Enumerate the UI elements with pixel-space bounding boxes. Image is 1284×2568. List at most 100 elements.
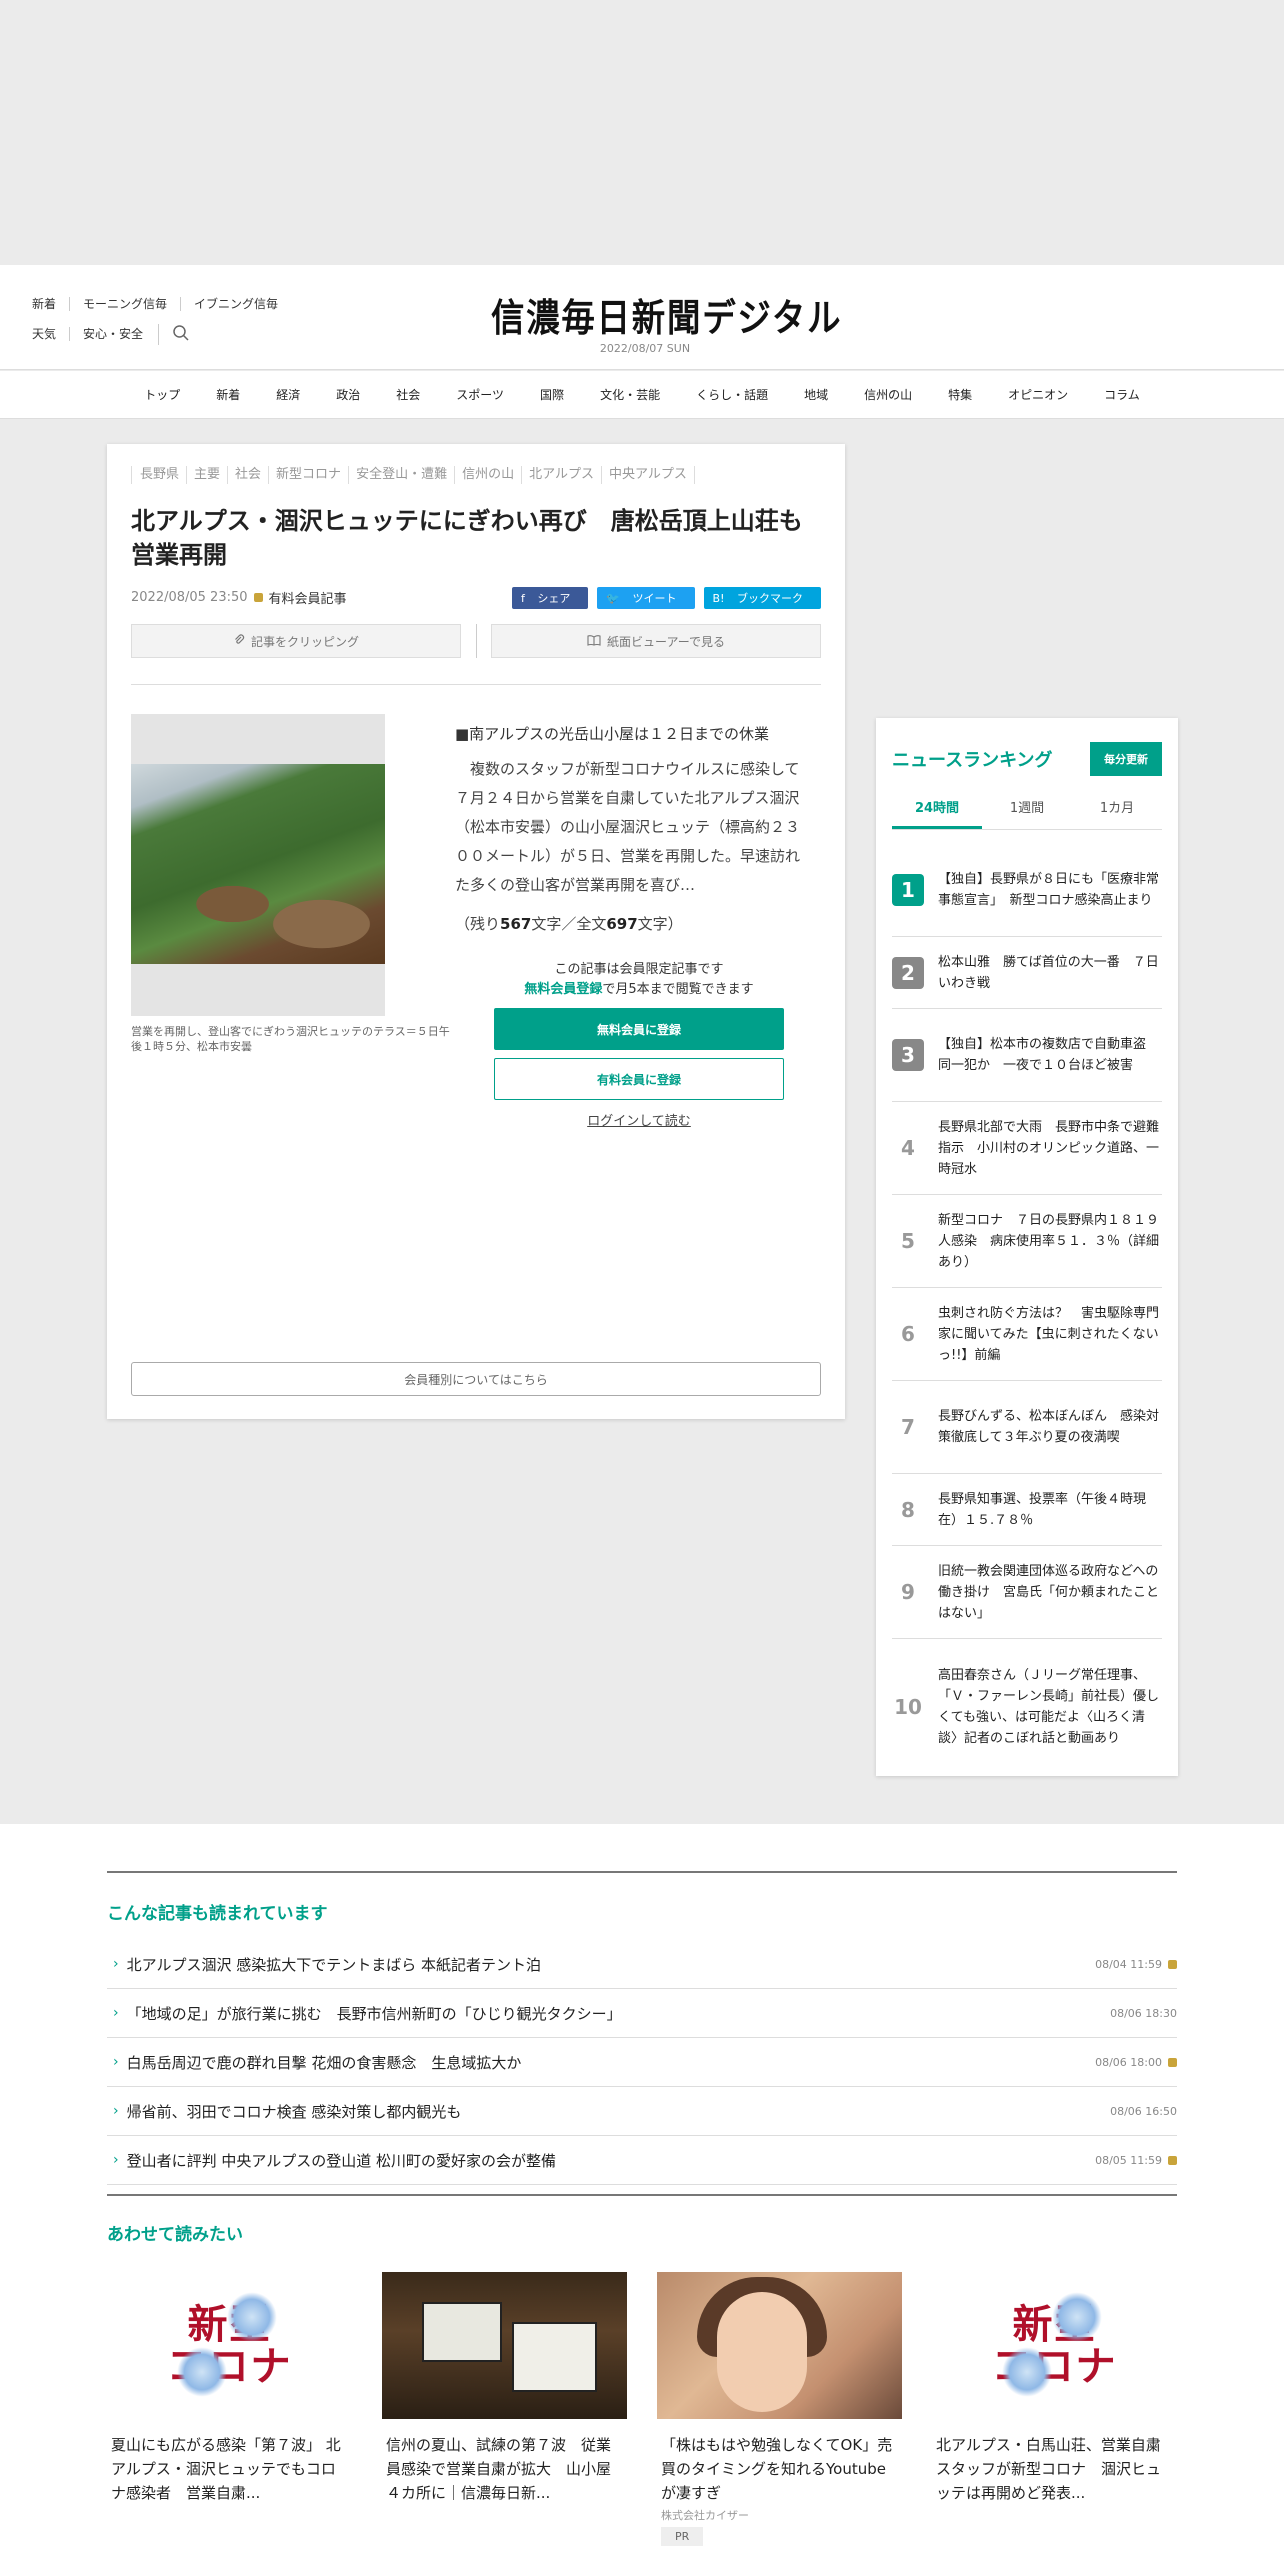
card-title: 信州の夏山、試練の第７波 従業員感染で営業自粛が拡大 山小屋４カ所に｜信濃毎日新… bbox=[386, 2436, 612, 2502]
rank-number: 6 bbox=[901, 1322, 915, 1346]
facebook-share-button[interactable]: f シェア bbox=[511, 587, 589, 609]
nav-item-life[interactable]: くらし・話題 bbox=[678, 386, 786, 403]
ranking-item-text: 高田春奈さん（Ｊリーグ常任理事、「Ｖ・ファーレン長崎」前社長）優しくても強い、は… bbox=[938, 1668, 1160, 1746]
viewer-button[interactable]: 紙面ビューアーで見る bbox=[491, 624, 821, 658]
nav-item-culture[interactable]: 文化・芸能 bbox=[582, 386, 678, 403]
tab-1month[interactable]: 1カ月 bbox=[1072, 797, 1162, 829]
ranking-item[interactable]: 9 旧統一教会関連団体巡る政府などへの働き掛け 宮島氏「何か頼まれたことはない」 bbox=[892, 1546, 1162, 1639]
corona-banner-image: 新型コロナ bbox=[932, 2272, 1177, 2419]
free-register-link[interactable]: 無料会員登録 bbox=[524, 982, 602, 997]
member-types-button[interactable]: 会員種別についてはこちら bbox=[131, 1362, 821, 1396]
ranking-item-text: 旧統一教会関連団体巡る政府などへの働き掛け 宮島氏「何か頼まれたことはない」 bbox=[938, 1563, 1160, 1621]
free-register-button[interactable]: 無料会員に登録 bbox=[494, 1008, 784, 1050]
rank-number: 2 bbox=[892, 956, 924, 989]
search-icon[interactable] bbox=[158, 323, 203, 345]
rank-number: 7 bbox=[901, 1415, 915, 1439]
tag[interactable]: 安全登山・遭難 bbox=[349, 466, 456, 484]
list-item-date: 08/06 18:30 bbox=[1110, 2006, 1177, 2020]
clip-button[interactable]: 記事をクリッピング bbox=[131, 624, 461, 658]
tag[interactable]: 信州の山 bbox=[455, 466, 523, 484]
nav-item-new[interactable]: 新着 bbox=[198, 386, 258, 403]
ranking-item-text: 【独自】松本市の複数店で自動車盗 同一犯か 一夜で１０台ほど被害 bbox=[938, 1037, 1160, 1073]
nav-item-region[interactable]: 地域 bbox=[786, 386, 846, 403]
paid-label: 有料会員記事 bbox=[268, 592, 347, 607]
article-meta: 2022/08/05 23:50 有料会員記事 bbox=[131, 588, 347, 607]
ranking-item[interactable]: 6 虫刺され防ぐ方法は？ 害虫駆除専門家に聞いてみた【虫に刺されたくないっ!!】前… bbox=[892, 1288, 1162, 1381]
article-headline: 北アルプス・涸沢ヒュッテににぎわい再び 唐松岳頂上山荘も営業再開 bbox=[131, 507, 803, 569]
chevron-right-icon: › bbox=[113, 1956, 119, 1972]
recommend-card[interactable]: 新型コロナ 夏山にも広がる感染「第７波」 北アルプス・涸沢ヒュッテでもコロナ感染… bbox=[107, 2272, 352, 2546]
tab-24h[interactable]: 24時間 bbox=[892, 797, 982, 829]
nav-item-column[interactable]: コラム bbox=[1086, 386, 1158, 403]
ranking-item-text: 新型コロナ ７日の長野県内１８１９人感染 病床使用率５１．３％（詳細あり） bbox=[938, 1212, 1160, 1270]
list-item-date: 08/05 11:59 bbox=[1095, 2153, 1162, 2167]
ranking-item[interactable]: 10 高田春奈さん（Ｊリーグ常任理事、「Ｖ・ファーレン長崎」前社長）優しくても強い… bbox=[892, 1639, 1162, 1775]
nav-item-economy[interactable]: 経済 bbox=[258, 386, 318, 403]
nav-item-sports[interactable]: スポーツ bbox=[438, 386, 522, 403]
lower-section: こんな記事も読まれています › 北アルプス涸沢 感染拡大下でテントまばら 本紙記者… bbox=[0, 1824, 1284, 2568]
header-link-morning[interactable]: モーニング信毎 bbox=[69, 297, 180, 311]
tools-divider bbox=[475, 624, 477, 658]
ranking-item[interactable]: 3 【独自】松本市の複数店で自動車盗 同一犯か 一夜で１０台ほど被害 bbox=[892, 1009, 1162, 1102]
tag[interactable]: 社会 bbox=[228, 466, 270, 484]
rank-number: 4 bbox=[901, 1136, 915, 1160]
article-tags: 長野県 主要 社会 新型コロナ 安全登山・遭難 信州の山 北アルプス 中央アルプ… bbox=[131, 466, 695, 484]
header-link-weather[interactable]: 天気 bbox=[32, 327, 69, 341]
recommend-card[interactable]: 信州の夏山、試練の第７波 従業員感染で営業自粛が拡大 山小屋４カ所に｜信濃毎日新… bbox=[382, 2272, 627, 2546]
twitter-share-button[interactable]: 🐦 ツイート bbox=[597, 587, 695, 609]
article-photo[interactable] bbox=[131, 714, 385, 1016]
ranking-list: 1 【独自】長野県が８日にも「医療非常事態宣言」 新型コロナ感染高止まり 2 松本山… bbox=[892, 844, 1162, 1775]
article-divider bbox=[131, 684, 821, 685]
tag[interactable]: 主要 bbox=[187, 466, 229, 484]
list-item[interactable]: › 北アルプス涸沢 感染拡大下でテントまばら 本紙記者テント泊 08/04 11:… bbox=[107, 1940, 1177, 1989]
nav-item-international[interactable]: 国際 bbox=[522, 386, 582, 403]
recommend-card-ad[interactable]: 「株はもはや勉強しなくてOK」売買のタイミングを知れるYoutubeが凄すぎ 株… bbox=[657, 2272, 902, 2546]
tag[interactable]: 新型コロナ bbox=[269, 466, 350, 484]
tag[interactable]: 中央アルプス bbox=[602, 466, 695, 484]
twitter-share-label: ツイート bbox=[632, 592, 677, 605]
recommend-cards: 新型コロナ 夏山にも広がる感染「第７波」 北アルプス・涸沢ヒュッテでもコロナ感染… bbox=[107, 2272, 1177, 2546]
ranking-item[interactable]: 2 松本山雅 勝てば首位の大一番 ７日いわき戦 bbox=[892, 937, 1162, 1009]
list-item[interactable]: › 白馬岳周辺で鹿の群れ目撃 花畑の食害懸念 生息域拡大か 08/06 18:00 bbox=[107, 2038, 1177, 2087]
list-item-title: 登山者に評判 中央アルプスの登山道 松川町の愛好家の会が整備 bbox=[126, 2151, 556, 2170]
ranking-item-text: 長野県北部で大雨 長野市中条で避難指示 小川村のオリンピック道路、一時冠水 bbox=[938, 1119, 1160, 1177]
ranking-item[interactable]: 8 長野県知事選、投票率（午後４時現在）１５.７８％ bbox=[892, 1474, 1162, 1546]
header-link-safety[interactable]: 安心・安全 bbox=[69, 327, 156, 341]
news-ranking: ニュースランキング 毎分更新 24時間 1週間 1カ月 1 【独自】長野県が８日に… bbox=[876, 718, 1178, 1776]
list-item-date: 08/06 18:00 bbox=[1095, 2055, 1162, 2069]
tab-1week[interactable]: 1週間 bbox=[982, 797, 1072, 829]
article-body: ■南アルプスの光岳山小屋は１２日までの休業 複数のスタッフが新型コロナウイルスに… bbox=[455, 720, 813, 939]
ad-area bbox=[0, 0, 1284, 265]
ranking-item[interactable]: 4 長野県北部で大雨 長野市中条で避難指示 小川村のオリンピック道路、一時冠水 bbox=[892, 1102, 1162, 1195]
article-text: 複数のスタッフが新型コロナウイルスに感染して７月２４日から営業を自粛していた北ア… bbox=[455, 760, 801, 894]
list-item[interactable]: › 登山者に評判 中央アルプスの登山道 松川町の愛好家の会が整備 08/05 11… bbox=[107, 2136, 1177, 2185]
hatena-bookmark-button[interactable]: B! ブックマーク bbox=[703, 587, 821, 609]
header-link-new[interactable]: 新着 bbox=[32, 297, 69, 311]
ranking-title: ニュースランキング bbox=[892, 750, 1053, 771]
nav-item-feature[interactable]: 特集 bbox=[930, 386, 990, 403]
nav-item-mountain[interactable]: 信州の山 bbox=[846, 386, 930, 403]
list-item[interactable]: › 帰省前、羽田でコロナ検査 感染対策し都内観光も 08/06 16:50 bbox=[107, 2087, 1177, 2136]
tag[interactable]: 長野県 bbox=[131, 466, 188, 484]
paid-register-button[interactable]: 有料会員に登録 bbox=[494, 1058, 784, 1100]
card-title: 夏山にも広がる感染「第７波」 北アルプス・涸沢ヒュッテでもコロナ感染者 営業自粛… bbox=[111, 2436, 341, 2502]
chevron-right-icon: › bbox=[113, 2005, 119, 2021]
ranking-item[interactable]: 1 【独自】長野県が８日にも「医療非常事態宣言」 新型コロナ感染高止まり bbox=[892, 844, 1162, 937]
site-logo[interactable]: 信濃毎日新聞デジタル 2022/08/07 SUN bbox=[470, 287, 841, 355]
recommend-card[interactable]: 新型コロナ 北アルプス・白馬山荘、営業自粛 スタッフが新型コロナ 涸沢ヒュッテは… bbox=[932, 2272, 1177, 2546]
header-link-evening[interactable]: イブニング信毎 bbox=[180, 297, 291, 311]
nav-item-politics[interactable]: 政治 bbox=[318, 386, 378, 403]
nav-item-opinion[interactable]: オピニオン bbox=[990, 386, 1086, 403]
lock-icon bbox=[253, 593, 263, 602]
nav-item-top[interactable]: トップ bbox=[126, 386, 198, 403]
header-links: 新着 モーニング信毎 イブニング信毎 天気 安心・安全 bbox=[32, 289, 291, 349]
login-link[interactable]: ログインして読む bbox=[494, 1110, 784, 1129]
pr-badge: PR bbox=[661, 2527, 704, 2546]
nav-item-society[interactable]: 社会 bbox=[378, 386, 438, 403]
tag[interactable]: 北アルプス bbox=[522, 466, 602, 484]
list-item[interactable]: › 「地域の足」が旅行業に挑む 長野市信州新町の「ひじり観光タクシー」 08/06… bbox=[107, 1989, 1177, 2038]
share-buttons: f シェア 🐦 ツイート B! ブックマーク bbox=[511, 587, 821, 609]
ranking-item[interactable]: 5 新型コロナ ７日の長野県内１８１９人感染 病床使用率５１．３％（詳細あり） bbox=[892, 1195, 1162, 1288]
rank-number: 1 bbox=[892, 874, 924, 906]
ranking-item[interactable]: 7 長野びんずる、松本ぼんぼん 感染対策徹底して３年ぶり夏の夜満喫 bbox=[892, 1381, 1162, 1474]
